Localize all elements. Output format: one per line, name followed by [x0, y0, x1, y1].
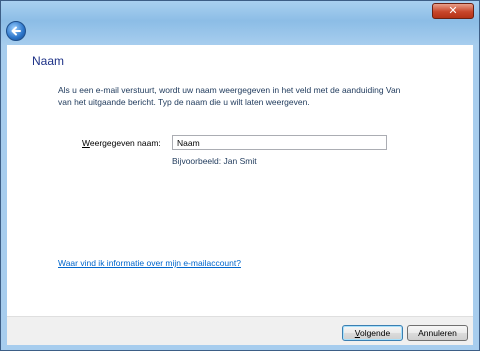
close-button[interactable]: ✕ [432, 3, 474, 19]
email-account-help-link[interactable]: Waar vind ik informatie over mijn e-mail… [58, 258, 241, 268]
back-button[interactable] [6, 21, 26, 41]
wizard-window: ✕ Naam Als u een e-mail verstuurt, wordt… [0, 0, 480, 351]
footer-bar: Volgende Annuleren [7, 316, 473, 345]
next-button[interactable]: Volgende [342, 325, 403, 341]
display-name-label-mnemonic: W [82, 138, 90, 148]
next-button-rest: olgende [359, 328, 391, 338]
page-title: Naam [32, 54, 65, 68]
cancel-button[interactable]: Annuleren [407, 325, 468, 341]
close-icon: ✕ [448, 4, 458, 17]
intro-text: Als u een e-mail verstuurt, wordt uw naa… [58, 85, 401, 107]
wizard-content: Naam Als u een e-mail verstuurt, wordt u… [7, 45, 473, 316]
display-name-label: Weergegeven naam: [82, 138, 161, 148]
display-name-label-rest: eergegeven naam: [89, 138, 161, 148]
display-name-input[interactable] [172, 135, 387, 150]
example-text: Bijvoorbeeld: Jan Smit [172, 156, 257, 166]
back-arrow-icon [11, 26, 21, 36]
